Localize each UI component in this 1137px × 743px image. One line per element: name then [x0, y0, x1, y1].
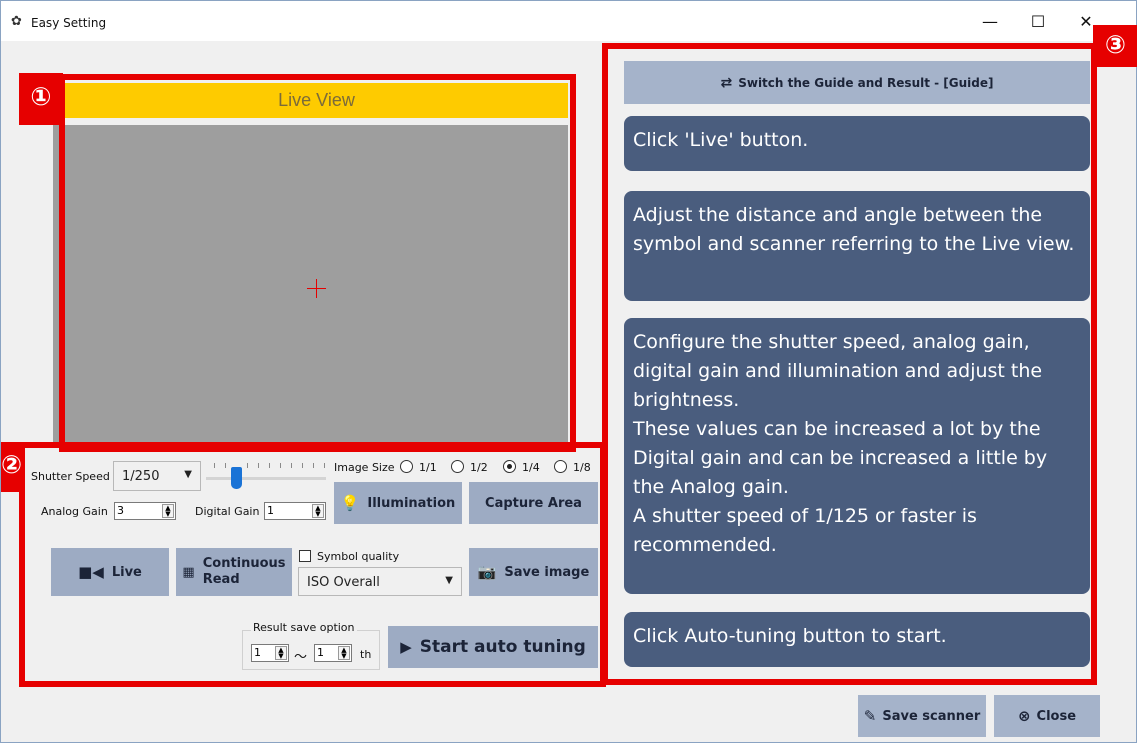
- close-button[interactable]: ⊗ Close: [994, 695, 1100, 737]
- highlight-box-2: [19, 442, 606, 687]
- callout-3: ③: [1093, 25, 1137, 67]
- maximize-button[interactable]: ☐: [1025, 11, 1051, 33]
- highlight-box-3: [602, 43, 1097, 685]
- callout-1: ①: [19, 73, 63, 125]
- edit-icon: ✎: [863, 707, 877, 725]
- gear-icon: ✿: [11, 14, 22, 29]
- minimize-button[interactable]: —: [977, 11, 1003, 33]
- window-title: Easy Setting: [31, 16, 107, 30]
- save-scanner-label: Save scanner: [882, 708, 981, 724]
- close-circle-icon: ⊗: [1017, 707, 1031, 725]
- callout-2: ②: [1, 442, 25, 492]
- title-bar: ✿ Easy Setting — ☐ ✕: [1, 1, 1136, 41]
- highlight-box-1: [59, 74, 576, 452]
- close-button-label: Close: [1036, 708, 1077, 724]
- save-scanner-button[interactable]: ✎ Save scanner: [858, 695, 986, 737]
- easy-setting-window: ✿ Easy Setting — ☐ ✕ Live View ① Shutter…: [0, 0, 1137, 743]
